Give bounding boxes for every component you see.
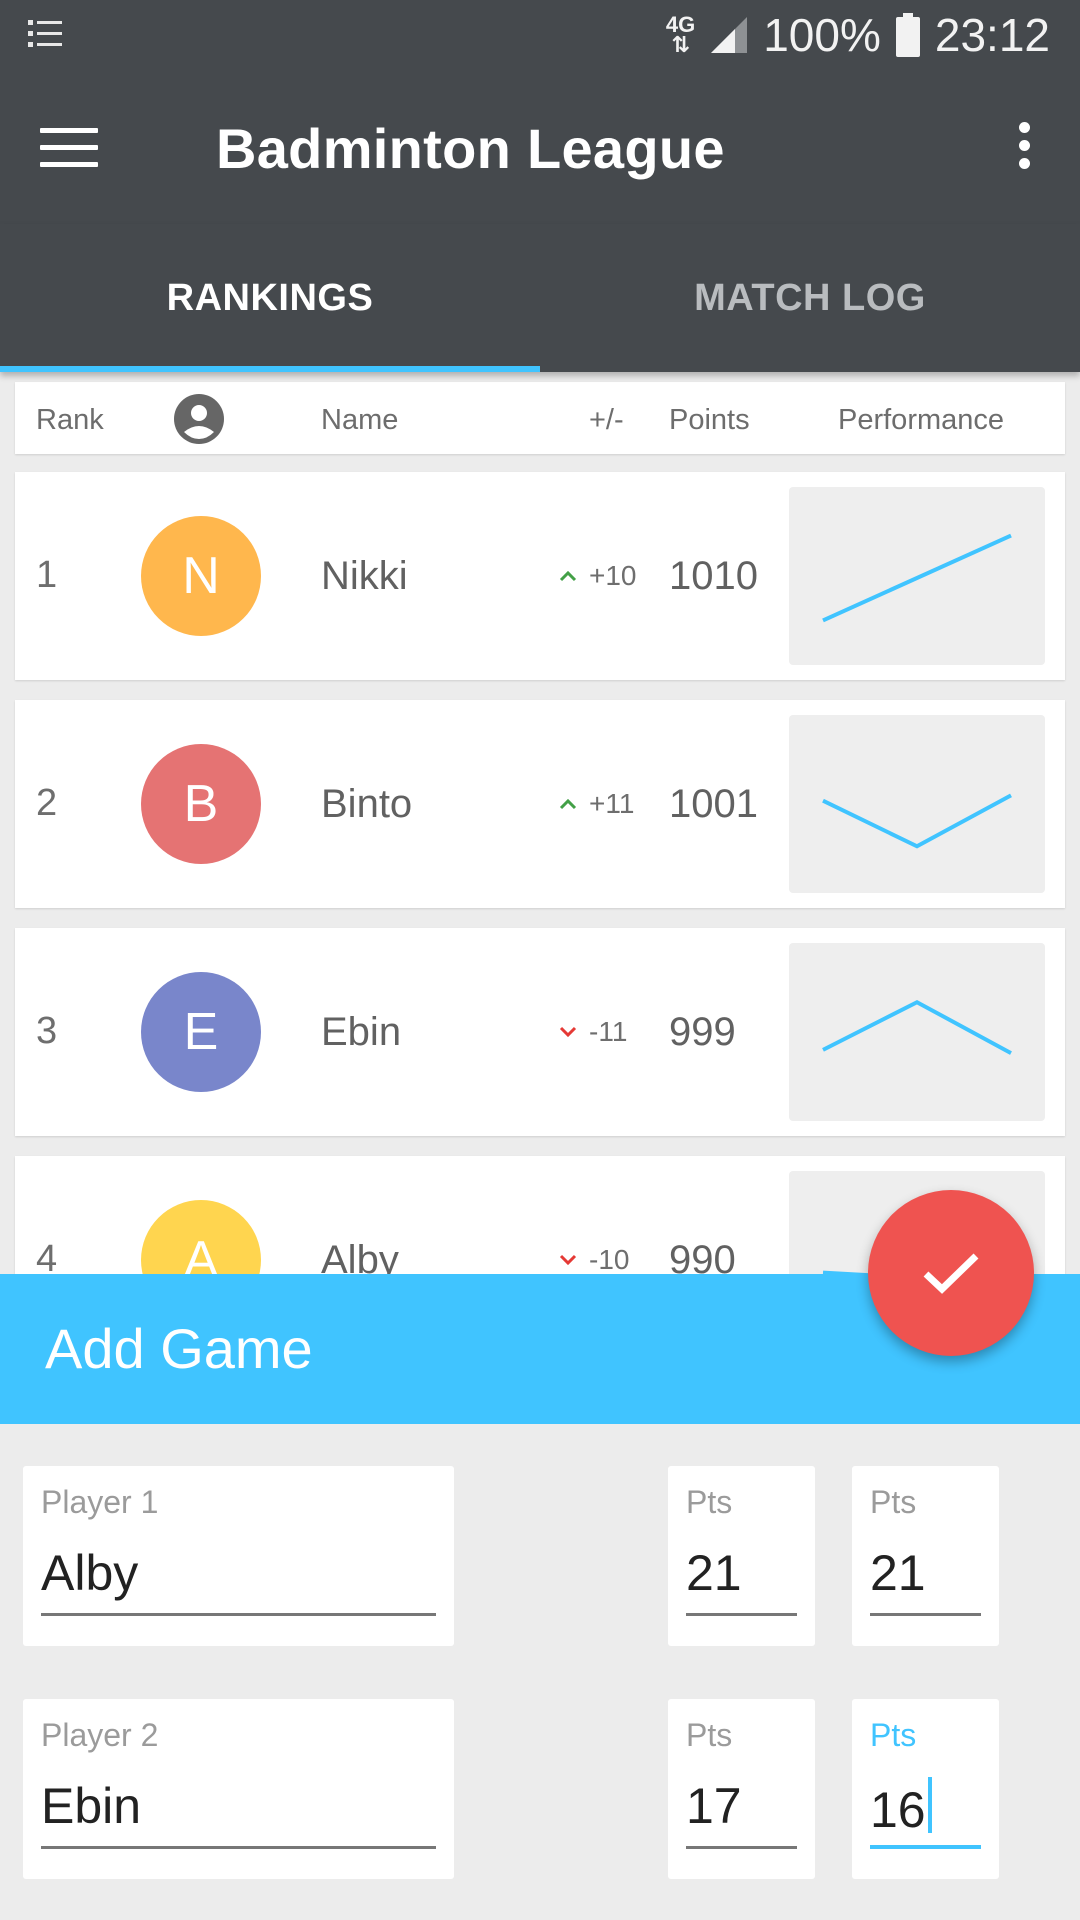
p1-game1-points-field[interactable]: Pts 21	[668, 1466, 815, 1646]
player1-label: Player 1	[41, 1484, 159, 1520]
player2-field[interactable]: Player 2 Ebin	[23, 1699, 454, 1879]
player-name: Nikki	[321, 554, 408, 598]
arrow-up-icon	[559, 570, 577, 582]
avatar: A	[141, 1200, 261, 1274]
input-underline	[686, 1613, 797, 1616]
player-row[interactable]: 1 N Nikki +10 1010	[15, 472, 1065, 680]
input-underline	[870, 1613, 981, 1616]
check-icon	[923, 1253, 979, 1294]
player-rank: 1	[36, 554, 58, 596]
rank-change: -11	[559, 1016, 627, 1048]
rank-change: -10	[559, 1244, 629, 1274]
rankings-list[interactable]: Rank Name +/- Points Performance 1 N Nik…	[0, 372, 1080, 1274]
signal-strength-icon	[711, 17, 748, 53]
p2-game1-points-field[interactable]: Pts 17	[668, 1699, 815, 1879]
rank-change: +10	[559, 560, 637, 592]
text-cursor	[927, 1777, 932, 1833]
player-name: Ebin	[321, 1010, 402, 1054]
arrow-up-icon	[559, 798, 577, 810]
tab-bar: RANKINGS MATCH LOG	[0, 224, 1080, 372]
player2-input[interactable]: Ebin	[41, 1777, 141, 1835]
page-title: Badminton League	[216, 117, 725, 180]
delta-value: -11	[589, 1016, 628, 1047]
performance-sparkline	[789, 943, 1045, 1121]
player-name: Binto	[321, 782, 413, 826]
player-rank: 2	[36, 782, 58, 824]
arrow-down-icon	[559, 1026, 577, 1038]
battery-percent: 100%	[763, 9, 881, 61]
app-toolbar: Badminton League	[0, 72, 1080, 224]
delta-value: -10	[589, 1244, 630, 1274]
delta-value: +11	[589, 788, 635, 819]
p2-game2-points-input[interactable]: 16	[870, 1777, 932, 1839]
p1-game2-points-input[interactable]: 21	[870, 1544, 926, 1602]
p1-game2-points-field[interactable]: Pts 21	[852, 1466, 999, 1646]
notification-list-icon	[26, 14, 66, 59]
input-underline	[41, 1613, 436, 1616]
input-underline	[41, 1846, 436, 1849]
player-points: 1001	[669, 782, 758, 826]
player-points: 1010	[669, 554, 758, 598]
player-rank: 3	[36, 1010, 58, 1052]
player-name: Alby	[321, 1238, 399, 1274]
rank-header: Rank	[36, 404, 104, 436]
arrow-down-icon	[559, 1254, 577, 1266]
player-rank: 4	[36, 1238, 58, 1274]
pts-label: Pts	[686, 1717, 733, 1753]
delta-header: +/-	[589, 404, 624, 436]
performance-header: Performance	[838, 404, 1005, 436]
pts-label: Pts	[870, 1717, 917, 1753]
points-header: Points	[669, 404, 750, 436]
player1-input[interactable]: Alby	[41, 1544, 138, 1602]
clock: 23:12	[934, 9, 1050, 61]
p2-game2-points-text: 16	[870, 1782, 926, 1838]
pts-label: Pts	[870, 1484, 917, 1520]
input-underline	[870, 1845, 981, 1849]
hamburger-menu-icon[interactable]	[40, 128, 98, 168]
input-underline	[686, 1846, 797, 1849]
add-game-form: Player 1 Alby Pts 21 Pts 21 Player 2 Ebi…	[0, 1424, 1080, 1920]
performance-sparkline	[789, 715, 1045, 893]
p1-game1-points-input[interactable]: 21	[686, 1544, 742, 1602]
overflow-menu-icon[interactable]	[1014, 122, 1034, 174]
performance-sparkline	[789, 487, 1045, 665]
rankings-header: Rank Name +/- Points Performance	[15, 382, 1065, 454]
name-header: Name	[321, 404, 399, 436]
p2-game1-points-input[interactable]: 17	[686, 1777, 742, 1835]
player-row[interactable]: 2 B Binto +11 1001	[15, 700, 1065, 908]
tab-rankings[interactable]: RANKINGS	[0, 224, 540, 372]
player-row[interactable]: 3 E Ebin -11 999	[15, 928, 1065, 1136]
player-points: 999	[669, 1010, 736, 1054]
p2-game2-points-field[interactable]: Pts 16	[852, 1699, 999, 1879]
player2-label: Player 2	[41, 1717, 159, 1753]
avatar: N	[141, 516, 261, 636]
network-type-icon: 4G ⇅	[665, 12, 696, 57]
delta-value: +10	[589, 560, 637, 591]
status-bar: 4G ⇅ 100% 23:12	[0, 0, 1080, 72]
tab-match-log[interactable]: MATCH LOG	[540, 224, 1080, 372]
avatar: E	[141, 972, 261, 1092]
account-circle-icon	[174, 394, 224, 444]
rank-change: +11	[559, 788, 634, 820]
pts-label: Pts	[686, 1484, 733, 1520]
player1-field[interactable]: Player 1 Alby	[23, 1466, 454, 1646]
avatar: B	[141, 744, 261, 864]
add-game-title: Add Game	[45, 1317, 313, 1380]
battery-icon	[895, 13, 920, 57]
confirm-game-button[interactable]	[868, 1190, 1034, 1356]
player-points: 990	[669, 1238, 736, 1274]
